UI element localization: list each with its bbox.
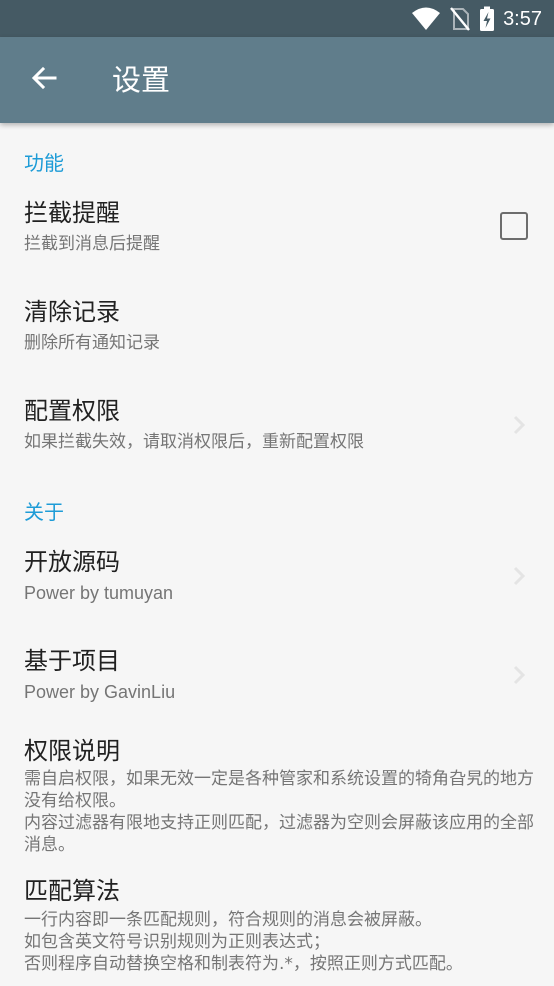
pref-summary: 拦截到消息后提醒 — [24, 234, 160, 254]
no-sim-icon — [449, 6, 471, 32]
chevron-right-icon — [512, 664, 526, 686]
status-icons: 3:57 — [411, 4, 542, 34]
wifi-icon — [411, 6, 441, 32]
pref-summary: 如果拦截失效，请取消权限后，重新配置权限 — [24, 432, 364, 452]
pref-title: 配置权限 — [24, 397, 120, 425]
status-bar: 3:57 — [0, 0, 554, 37]
page-title: 设置 — [112, 63, 171, 97]
pref-based-on-project[interactable]: 基于项目 Power by GavinLiu — [0, 635, 554, 731]
section-header-about: 关于 — [24, 500, 64, 524]
pref-intercept-reminder[interactable]: 拦截提醒 拦截到消息后提醒 — [0, 187, 554, 283]
intercept-reminder-checkbox[interactable] — [500, 212, 528, 240]
chevron-right-icon — [512, 565, 526, 587]
pref-configure-permissions[interactable]: 配置权限 如果拦截失效，请取消权限后，重新配置权限 — [0, 385, 554, 481]
section-header-features: 功能 — [24, 151, 64, 175]
pref-summary: 需自启权限，如果无效一定是各种管家和系统设置的犄角旮旯的地方没有给权限。 内容过… — [24, 769, 534, 855]
app-toolbar: 设置 — [0, 37, 554, 123]
pref-summary: Power by tumuyan — [24, 583, 174, 603]
battery-charging-icon — [479, 6, 495, 32]
pref-title: 权限说明 — [24, 737, 120, 765]
pref-matching-algorithm[interactable]: 匹配算法 一行内容即一条匹配规则，符合规则的消息会被屏蔽。 如包含英文符号识别规… — [0, 873, 554, 986]
pref-clear-records[interactable]: 清除记录 删除所有通知记录 — [0, 286, 554, 382]
pref-open-source[interactable]: 开放源码 Power by tumuyan — [0, 536, 554, 632]
pref-summary: 删除所有通知记录 — [24, 333, 160, 353]
pref-title: 匹配算法 — [24, 877, 120, 905]
pref-summary: 一行内容即一条匹配规则，符合规则的消息会被屏蔽。 如包含英文符号识别规则为正则表… — [24, 910, 463, 974]
pref-title: 拦截提醒 — [24, 199, 120, 227]
pref-title: 基于项目 — [24, 647, 120, 675]
status-time: 3:57 — [503, 7, 542, 30]
back-button[interactable] — [22, 58, 66, 102]
pref-title: 开放源码 — [24, 548, 120, 576]
pref-summary: Power by GavinLiu — [24, 682, 176, 702]
chevron-right-icon — [512, 414, 526, 436]
pref-permission-notes[interactable]: 权限说明 需自启权限，如果无效一定是各种管家和系统设置的犄角旮旯的地方没有给权限… — [0, 734, 554, 864]
pref-title: 清除记录 — [24, 298, 120, 326]
arrow-back-icon — [30, 64, 58, 96]
